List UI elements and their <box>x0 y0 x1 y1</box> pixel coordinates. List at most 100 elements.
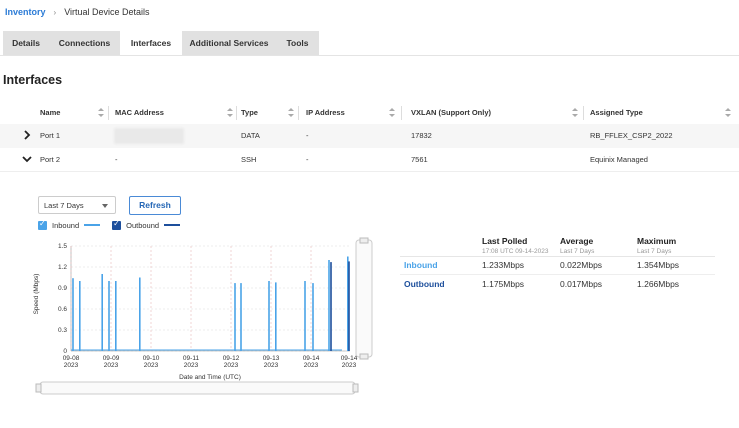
x-axis-ticks: 09-08202309-09202309-10202309-11202309-1… <box>63 355 358 369</box>
scrollbar-handle-right[interactable] <box>352 383 359 393</box>
sort-icon[interactable] <box>572 108 578 118</box>
stat-last-inbound: 1.233Mbps <box>482 260 525 270</box>
tab-divider <box>0 55 739 56</box>
chart-series <box>71 256 350 351</box>
x-tick-label: 09-14 <box>341 355 358 362</box>
tab-connections[interactable]: Connections <box>49 31 120 55</box>
y-tick-label: 0.3 <box>58 327 67 334</box>
y-tick-label: 0.9 <box>58 285 67 292</box>
column-divider <box>298 106 299 120</box>
vertical-zoom-scrollbar[interactable] <box>355 239 373 358</box>
stat-avg-inbound: 0.022Mbps <box>560 260 603 270</box>
stat-header-maximum: Maximum <box>637 236 677 246</box>
sort-icon[interactable] <box>227 108 233 118</box>
outbound-checkbox[interactable] <box>112 219 122 230</box>
x-tick-year: 2023 <box>64 362 79 369</box>
cell-assigned-type: RB_FFLEX_CSP2_2022 <box>590 131 673 140</box>
mac-address-masked <box>114 128 184 144</box>
column-header-ip[interactable]: IP Address <box>306 101 345 125</box>
horizontal-zoom-scrollbar[interactable] <box>39 381 356 395</box>
column-divider <box>236 106 237 120</box>
column-divider <box>108 106 109 120</box>
table-header: Name MAC Address Type IP Address VXLAN (… <box>30 101 735 125</box>
y-axis-label: Speed (Mbps) <box>33 274 40 315</box>
chevron-right-icon: › <box>53 7 57 17</box>
cell-type: SSH <box>241 155 257 164</box>
stat-sub-maximum: Last 7 Days <box>637 248 672 255</box>
tab-tools[interactable]: Tools <box>276 31 319 55</box>
legend-inbound-label: Inbound <box>52 220 80 230</box>
y-tick-label: 1.2 <box>58 264 67 271</box>
stat-max-outbound: 1.266Mbps <box>637 279 680 289</box>
stat-avg-outbound: 0.017Mbps <box>560 279 603 289</box>
x-tick-label: 09-13 <box>263 355 280 362</box>
tab-interfaces[interactable]: Interfaces <box>120 31 182 56</box>
legend-outbound-line <box>164 224 181 226</box>
stat-sub-last-polled: 17:08 UTC 09-14-2023 <box>482 248 549 255</box>
cell-type: DATA <box>241 131 260 140</box>
x-tick-label: 09-12 <box>223 355 240 362</box>
column-divider <box>583 106 584 120</box>
x-tick-year: 2023 <box>224 362 239 369</box>
stat-header-last-polled: Last Polled <box>482 236 528 246</box>
y-tick-label: 0 <box>63 348 67 355</box>
column-header-type[interactable]: Type <box>241 101 258 125</box>
chevron-down-icon[interactable] <box>22 154 32 164</box>
sort-icon[interactable] <box>389 108 395 118</box>
page-title: Interfaces <box>3 73 63 87</box>
y-tick-label: 1.5 <box>58 243 67 250</box>
column-divider <box>401 106 402 120</box>
scrollbar-handle-left[interactable] <box>35 383 42 393</box>
breadcrumb-inventory-link[interactable]: Inventory <box>5 7 46 17</box>
sort-icon[interactable] <box>725 108 731 118</box>
scrollbar-handle-top[interactable] <box>359 237 369 244</box>
x-tick-label: 09-09 <box>103 355 120 362</box>
chevron-right-icon[interactable] <box>22 130 32 140</box>
y-tick-label: 0.6 <box>58 306 67 313</box>
stat-max-inbound: 1.354Mbps <box>637 260 680 270</box>
scrollbar-handle-bottom[interactable] <box>359 353 369 360</box>
legend-inbound-line <box>84 224 101 226</box>
tab-additional-services[interactable]: Additional Services <box>182 31 276 55</box>
table-row[interactable]: Port 2 - SSH - 7561 Equinix Managed <box>0 148 739 172</box>
x-tick-label: 09-10 <box>143 355 160 362</box>
cell-name: Port 2 <box>40 155 61 164</box>
tab-details[interactable]: Details <box>3 31 49 55</box>
x-tick-year: 2023 <box>144 362 159 369</box>
stat-sub-average: Last 7 Days <box>560 248 595 255</box>
column-header-vxlan[interactable]: VXLAN (Support Only) <box>411 101 491 125</box>
x-axis-label: Date and Time (UTC) <box>179 374 241 381</box>
tab-bar: Details Connections Interfaces Additiona… <box>0 31 739 56</box>
cell-ip: - <box>306 131 309 140</box>
x-tick-year: 2023 <box>104 362 119 369</box>
stat-last-outbound: 1.175Mbps <box>482 279 525 289</box>
x-tick-label: 09-14 <box>303 355 320 362</box>
column-header-mac[interactable]: MAC Address <box>115 101 164 125</box>
stat-row-inbound: Inbound 1.233Mbps 0.022Mbps 1.354Mbps <box>400 256 715 275</box>
traffic-stats: Last Polled 17:08 UTC 09-14-2023 Average… <box>400 236 715 296</box>
breadcrumb-current: Virtual Device Details <box>64 7 150 17</box>
x-tick-year: 2023 <box>304 362 319 369</box>
cell-mac: - <box>115 155 118 164</box>
x-tick-year: 2023 <box>184 362 199 369</box>
date-range-value: Last 7 Days <box>44 201 84 210</box>
column-header-name[interactable]: Name <box>40 101 60 125</box>
cell-vxlan: 17832 <box>411 131 432 140</box>
x-tick-year: 2023 <box>342 362 357 369</box>
column-header-assigned-type[interactable]: Assigned Type <box>590 101 643 125</box>
sort-icon[interactable] <box>288 108 294 118</box>
stat-row-outbound: Outbound 1.175Mbps 0.017Mbps 1.266Mbps <box>400 275 715 294</box>
inbound-checkbox[interactable] <box>38 219 47 230</box>
sort-icon[interactable] <box>98 108 104 118</box>
refresh-button[interactable]: Refresh <box>129 196 181 215</box>
legend-outbound-label: Outbound <box>126 220 160 230</box>
table-row[interactable]: Port 1 DATA - 17832 RB_FFLEX_CSP2_2022 <box>0 124 739 148</box>
chevron-down-icon <box>102 204 108 208</box>
speed-chart[interactable]: 00.30.60.91.21.5 09-08202309-09202309-10… <box>30 236 385 401</box>
x-tick-year: 2023 <box>264 362 279 369</box>
date-range-select[interactable]: Last 7 Days <box>38 196 116 214</box>
x-tick-label: 09-08 <box>63 355 80 362</box>
cell-vxlan: 7561 <box>411 155 428 164</box>
cell-ip: - <box>306 155 309 164</box>
y-axis-ticks: 0 0.3 0.6 0.9 1.2 1.5 <box>58 243 67 355</box>
